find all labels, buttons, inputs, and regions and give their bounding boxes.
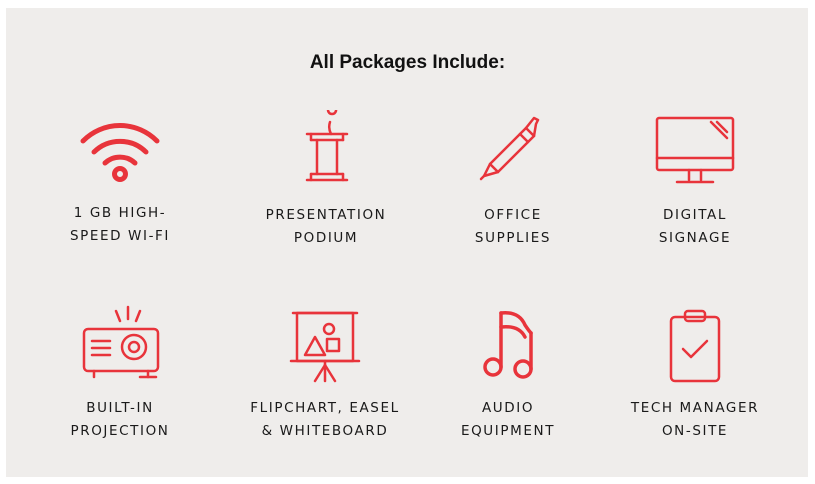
music-note-icon	[483, 311, 533, 379]
page-title: All Packages Include:	[309, 52, 506, 73]
feature-audio: AUDIO EQUIPMENT	[413, 303, 603, 443]
pencil-icon	[479, 116, 540, 181]
podium-icon	[305, 110, 349, 182]
feature-podium: PRESENTATION PODIUM	[231, 110, 421, 250]
feature-label-line2: EQUIPMENT	[460, 423, 556, 439]
feature-label-line1: DIGITAL	[663, 207, 727, 223]
feature-digital-signage: DIGITAL SIGNAGE	[600, 110, 790, 250]
feature-wifi: 1 GB HIGH- SPEED WI-FI	[25, 117, 215, 248]
projector-icon	[82, 305, 160, 379]
feature-label-line1: OFFICE	[484, 207, 542, 223]
feature-label-line1: 1 GB HIGH-	[73, 205, 167, 221]
feature-label-line2: PODIUM	[293, 230, 359, 246]
feature-label-line2: PROJECTION	[70, 423, 170, 439]
monitor-icon	[655, 116, 735, 184]
clipboard-check-icon	[669, 309, 721, 383]
feature-flipchart: FLIPCHART, EASEL & WHITEBOARD	[230, 303, 420, 443]
easel-icon	[289, 311, 361, 383]
feature-label-line1: AUDIO	[481, 400, 535, 416]
feature-label-line2: SPEED WI-FI	[69, 228, 170, 244]
feature-label-line1: BUILT-IN	[86, 400, 154, 416]
wifi-icon	[80, 123, 160, 182]
feature-tech-manager: TECH MANAGER ON-SITE	[600, 303, 790, 443]
feature-label-line2: & WHITEBOARD	[261, 423, 389, 439]
feature-label-line1: TECH MANAGER	[630, 400, 760, 416]
feature-projection: BUILT-IN PROJECTION	[25, 303, 215, 443]
feature-label-line2: ON-SITE	[661, 423, 729, 439]
feature-office-supplies: OFFICE SUPPLIES	[418, 110, 608, 250]
feature-label-line1: FLIPCHART, EASEL	[250, 400, 400, 416]
feature-label-line1: PRESENTATION	[265, 207, 387, 223]
feature-label-line2: SUPPLIES	[474, 230, 552, 246]
feature-label-line2: SIGNAGE	[658, 230, 732, 246]
